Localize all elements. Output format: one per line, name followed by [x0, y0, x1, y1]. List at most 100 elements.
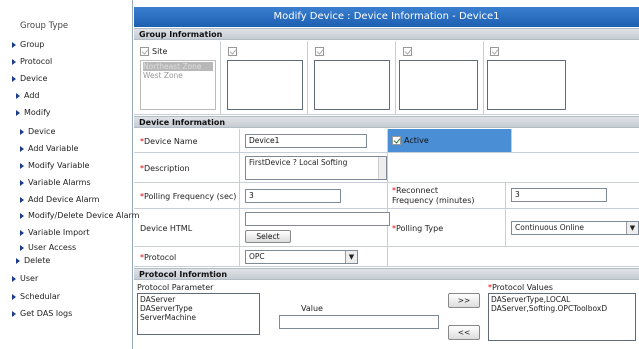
param-option[interactable]: ServerMachine	[140, 313, 257, 322]
description-input-cell: FirstDevice ? Local Softing	[240, 153, 388, 182]
sidebar-item-modify-device[interactable]: Device	[20, 127, 55, 136]
add-value-button[interactable]: >>	[448, 293, 480, 308]
group-listbox-3[interactable]	[314, 60, 390, 110]
site-column: Site Northeast Zone West Zone	[134, 41, 221, 114]
active-label: Active	[392, 136, 429, 145]
sidebar-item-delete[interactable]: Delete	[16, 256, 50, 265]
polling-type-select-cell: Continuous Online ▼	[506, 209, 639, 246]
group-listbox-2[interactable]	[227, 60, 303, 110]
polling-frequency-input[interactable]: 3	[245, 189, 341, 203]
param-option[interactable]: DAServerType	[140, 304, 257, 313]
sidebar: Group Type Group Protocol Device Add Mod…	[0, 0, 139, 349]
polling-frequency-input-cell: 3	[240, 183, 388, 208]
remove-value-button[interactable]: <<	[448, 325, 480, 340]
sidebar-item-user-access[interactable]: User Access	[20, 243, 76, 252]
expand-arrow-icon	[12, 76, 16, 82]
polling-frequency-label: *Polling Frequency (sec)	[140, 192, 237, 201]
expand-arrow-icon	[12, 311, 16, 317]
sidebar-item-device[interactable]: Device	[12, 74, 47, 83]
site-checkbox[interactable]	[140, 47, 149, 56]
device-name-row: *Device Name Device1 Active	[134, 129, 639, 153]
section-device-information: Device Information	[134, 116, 639, 128]
protocol-select[interactable]: OPC ▼	[245, 250, 358, 264]
select-button[interactable]: Select	[245, 230, 291, 243]
expand-arrow-icon	[12, 42, 16, 48]
section-protocol-information: Protocol Informtion	[134, 268, 639, 280]
description-row: *Description FirstDevice ? Local Softing	[134, 153, 639, 183]
group-column-2	[221, 41, 308, 114]
group-column-3	[308, 41, 396, 114]
sidebar-item-get-das-logs[interactable]: Get DAS logs	[12, 309, 72, 318]
group-column-5	[484, 41, 639, 114]
protocol-parameter-listbox[interactable]: DAServer DAServerType ServerMachine	[137, 293, 260, 335]
chevron-down-icon: ▼	[626, 222, 638, 234]
value-option[interactable]: DAServer,Softing.OPCToolboxD	[491, 304, 633, 313]
protocol-info-row: Protocol Parameter DAServer DAServerType…	[134, 281, 639, 349]
expand-arrow-icon	[20, 180, 24, 186]
group-column-4	[396, 41, 484, 114]
active-checkbox[interactable]	[392, 136, 401, 145]
protocol-values-label: *Protocol Values	[488, 283, 553, 292]
polling-type-label-cell: *Polling Type	[388, 209, 506, 246]
expand-arrow-icon	[16, 258, 20, 264]
protocol-label-cell: *Protocol	[134, 247, 240, 266]
protocol-parameter-label: Protocol Parameter	[137, 283, 214, 292]
expand-arrow-icon	[20, 129, 24, 135]
sidebar-item-modify[interactable]: Modify	[16, 108, 51, 117]
site-option-northeast[interactable]: Northeast Zone	[143, 62, 213, 71]
value-option[interactable]: DAServerType,LOCAL	[491, 295, 633, 304]
protocol-select-cell: OPC ▼	[240, 247, 388, 266]
reconnect-input-cell: 3	[506, 183, 639, 208]
expand-arrow-icon	[20, 230, 24, 236]
expand-arrow-icon	[20, 245, 24, 251]
group-listbox-5[interactable]	[487, 60, 566, 110]
reconnect-frequency-input[interactable]: 3	[511, 188, 607, 202]
expand-arrow-icon	[20, 146, 24, 152]
sidebar-item-protocol[interactable]: Protocol	[12, 57, 52, 66]
group-listbox-4[interactable]	[399, 60, 478, 110]
expand-arrow-icon	[20, 197, 24, 203]
expand-arrow-icon	[20, 163, 24, 169]
sidebar-item-schedular[interactable]: Schedular	[12, 292, 60, 301]
expand-arrow-icon	[12, 276, 16, 282]
site-option-west[interactable]: West Zone	[143, 71, 213, 80]
device-name-input[interactable]: Device1	[245, 134, 367, 148]
polling-type-select[interactable]: Continuous Online ▼	[511, 221, 639, 235]
group-checkbox-5[interactable]	[490, 47, 499, 56]
description-textarea[interactable]: FirstDevice ? Local Softing	[245, 156, 387, 180]
sidebar-item-group[interactable]: Group	[12, 40, 44, 49]
group-info-row: Site Northeast Zone West Zone	[134, 41, 639, 115]
sidebar-item-variable-alarms[interactable]: Variable Alarms	[20, 178, 91, 187]
group-checkbox-3[interactable]	[315, 47, 324, 56]
sidebar-item-variable-import[interactable]: Variable Import	[20, 228, 89, 237]
sidebar-item-add-device-alarm[interactable]: Add Device Alarm	[20, 195, 99, 204]
expand-arrow-icon	[16, 110, 20, 116]
sidebar-item-modify-variable[interactable]: Modify Variable	[20, 161, 89, 170]
param-option[interactable]: DAServer	[140, 295, 257, 304]
polling-frequency-row: *Polling Frequency (sec) 3 *Reconnect Fr…	[134, 183, 639, 209]
expand-arrow-icon	[16, 93, 20, 99]
protocol-value-input[interactable]	[279, 315, 439, 329]
description-scrollbar[interactable]	[378, 157, 386, 179]
sidebar-item-modify-delete-device-alarm[interactable]: Modify/Delete Device Alarm	[20, 211, 139, 220]
device-name-input-cell: Device1	[240, 129, 388, 152]
sidebar-item-add[interactable]: Add	[16, 91, 40, 100]
polling-type-label: *Polling Type	[392, 224, 444, 233]
sidebar-item-user[interactable]: User	[12, 274, 38, 283]
protocol-row: *Protocol OPC ▼	[134, 247, 639, 267]
device-html-input[interactable]	[245, 212, 390, 226]
group-checkbox-4[interactable]	[403, 47, 412, 56]
site-label: Site	[140, 47, 167, 56]
page-title: Modify Device : Device Information - Dev…	[134, 7, 639, 27]
active-cell: Active	[388, 129, 512, 152]
section-group-information: Group Information	[134, 28, 639, 40]
sidebar-title: Group Type	[20, 21, 69, 31]
expand-arrow-icon	[20, 213, 24, 219]
main-panel: Modify Device : Device Information - Dev…	[134, 0, 639, 349]
group-checkbox-2[interactable]	[228, 47, 237, 56]
sidebar-item-add-variable[interactable]: Add Variable	[20, 144, 78, 153]
value-label: Value	[301, 304, 323, 313]
description-label: *Description	[140, 164, 190, 173]
protocol-values-listbox[interactable]: DAServerType,LOCAL DAServer,Softing.OPCT…	[488, 293, 636, 341]
site-listbox[interactable]: Northeast Zone West Zone	[140, 60, 216, 110]
